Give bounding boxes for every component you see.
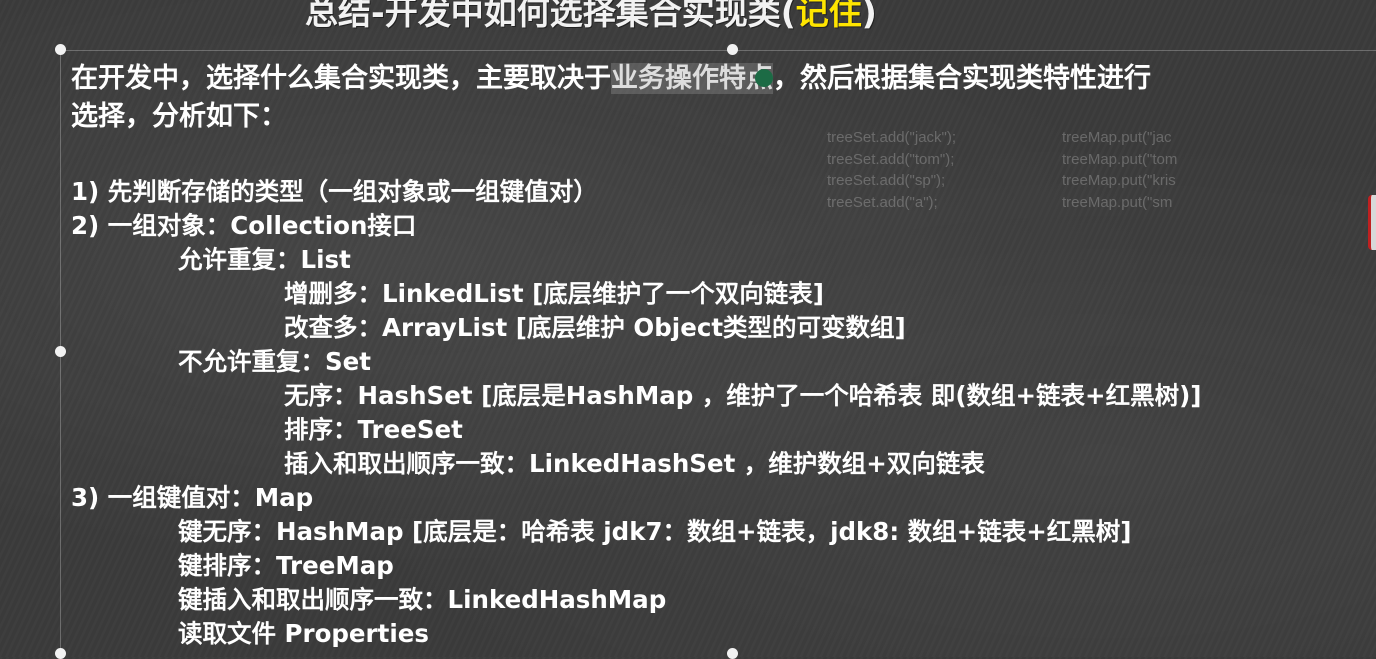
set-treeset: 排序：TreeSet (284, 415, 463, 444)
frame-corner-dot (55, 44, 66, 55)
code-line: treeMap.put("tom (1062, 150, 1178, 168)
frame-side-dot (55, 346, 66, 357)
intro-line-1: 在开发中，选择什么集合实现类，主要取决于业务操作特点，然后根据集合实现类特性进行 (71, 60, 1151, 98)
slide-title: 总结-开发中如何选择集合实现类(记住) (305, 0, 877, 36)
code-line: treeMap.put("jac (1062, 129, 1172, 146)
set-hashset: 无序：HashSet [底层是HashMap ，维护了一个哈希表 即(数组+链表… (284, 381, 1202, 410)
side-panel-tab[interactable] (1368, 195, 1376, 250)
frame-mid-dot (727, 44, 738, 55)
set-linkedhashset: 插入和取出顺序一致：LinkedHashSet ，维护数组+双向链表 (284, 449, 985, 478)
code-line: treeSet.add("jack"); (827, 129, 957, 146)
list-arraylist: 改查多：ArrayList [底层维护 Object类型的可变数组] (284, 313, 906, 342)
intro-paragraph: 在开发中，选择什么集合实现类，主要取决于业务操作特点，然后根据集合实现类特性进行… (71, 60, 1151, 136)
summary-list: 1) 先判断存储的类型（一组对象或一组键值对） 2) 一组对象：Collecti… (71, 175, 1201, 651)
code-line: treeSet.add("tom"); (827, 150, 955, 168)
map-properties: 读取文件 Properties (178, 619, 429, 648)
frame-bottom-dot-left (55, 648, 66, 659)
slide-title-end: ) (861, 0, 877, 32)
intro-selected-text[interactable]: 业务操作特点 (611, 63, 773, 94)
slide-title-main: 总结-开发中如何选择集合实现类( (305, 0, 796, 32)
list-linkedlist: 增删多：LinkedList [底层维护了一个双向链表] (284, 279, 824, 308)
step-3-line: 3) 一组键值对：Map (71, 483, 314, 512)
map-linkedhashmap: 键插入和取出顺序一致：LinkedHashMap (178, 585, 667, 614)
intro-text-b: ，然后根据集合实现类特性进行 (773, 63, 1151, 94)
map-treemap: 键排序：TreeMap (178, 551, 394, 580)
frame-top-line (60, 50, 1376, 51)
list-allow-duplicates: 允许重复：List (178, 245, 351, 274)
slide-title-highlight: 记住 (795, 0, 862, 32)
intro-text-a: 在开发中，选择什么集合实现类，主要取决于 (71, 63, 611, 94)
step-2-line: 2) 一组对象：Collection接口 (71, 211, 417, 240)
set-no-duplicates: 不允许重复：Set (178, 347, 371, 376)
map-hashmap: 键无序：HashMap [底层是：哈希表 jdk7：数组+链表，jdk8: 数组… (178, 517, 1132, 546)
intro-line-2: 选择，分析如下： (71, 101, 287, 132)
mouse-cursor-icon (755, 68, 773, 87)
step-1-line: 1) 先判断存储的类型（一组对象或一组键值对） (71, 177, 598, 206)
